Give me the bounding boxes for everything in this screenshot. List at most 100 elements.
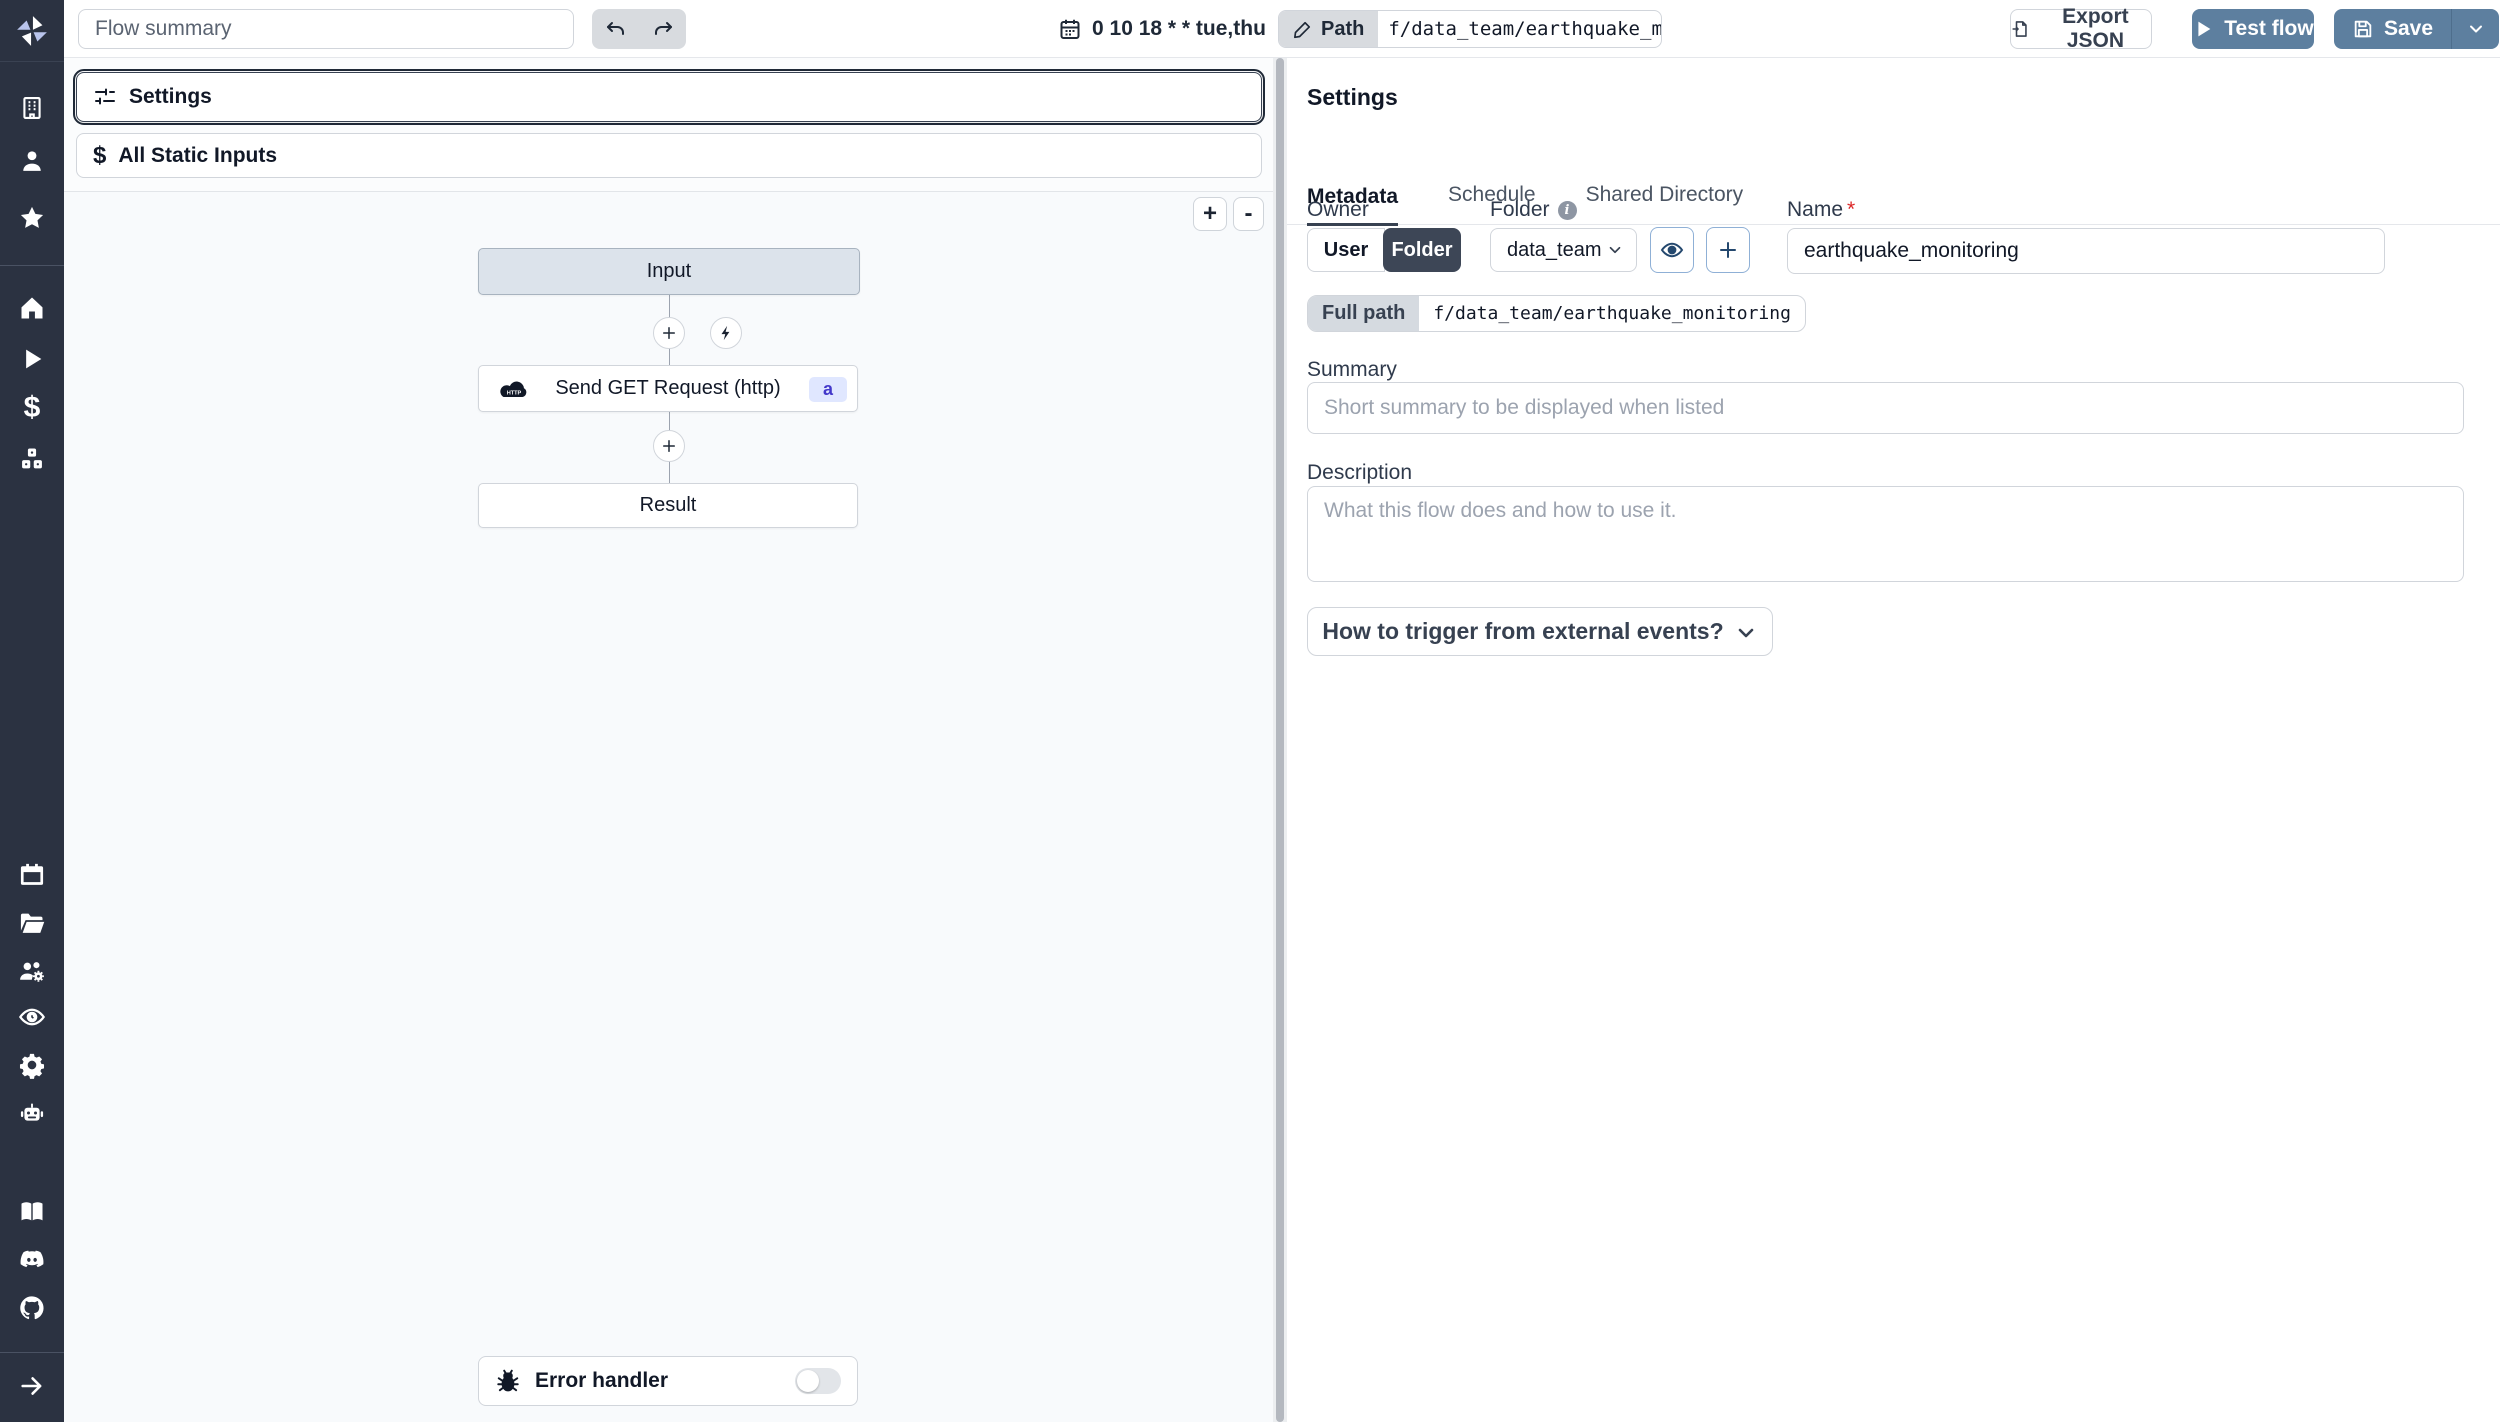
- add-folder-button[interactable]: [1706, 227, 1750, 273]
- flow-static-inputs-row[interactable]: $ All Static Inputs: [76, 133, 1262, 178]
- description-label: Description: [1307, 461, 1413, 484]
- flow-summary-input[interactable]: [78, 9, 574, 49]
- error-handler-node[interactable]: Error handler: [478, 1356, 858, 1406]
- zoom-out-button[interactable]: -: [1233, 197, 1264, 231]
- save-button-group: Save: [2334, 9, 2500, 49]
- building-icon[interactable]: [17, 93, 47, 123]
- error-handler-toggle[interactable]: [795, 1368, 841, 1394]
- owner-folder-option[interactable]: Folder: [1383, 228, 1461, 272]
- toggle-knob: [797, 1370, 819, 1392]
- topbar: 0 10 18 * * tue,thu Path f/data_team/ear…: [64, 0, 2500, 58]
- dollar-icon: $: [93, 141, 107, 169]
- undo-button[interactable]: [595, 12, 637, 46]
- bolt-icon: [721, 325, 730, 341]
- book-icon[interactable]: [17, 1197, 47, 1227]
- bug-icon: [497, 1369, 519, 1392]
- plus-icon: [663, 327, 675, 339]
- pencil-icon: [1294, 21, 1311, 39]
- robot-icon[interactable]: [17, 1098, 47, 1128]
- chevron-down-icon: [1738, 628, 1753, 638]
- save-button[interactable]: Save: [2334, 9, 2451, 49]
- step-id-badge: a: [809, 377, 847, 402]
- calendar-icon: [1060, 19, 1080, 39]
- groups-icon[interactable]: [17, 956, 47, 986]
- chevron-down-icon: [2469, 25, 2482, 33]
- full-path-widget: Full path f/data_team/earthquake_monitor…: [1307, 295, 1806, 332]
- http-cloud-icon: HTTP: [500, 381, 527, 397]
- summary-label: Summary: [1307, 358, 1397, 381]
- test-flow-button[interactable]: Test flow: [2192, 9, 2314, 49]
- undo-redo-group: [592, 9, 686, 49]
- plus-icon: [663, 440, 675, 452]
- flow-settings-row[interactable]: Settings: [73, 69, 1265, 125]
- settings-tabs: Metadata Schedule Shared Directory: [1287, 168, 2500, 226]
- folder-label: Folder i: [1490, 198, 1577, 222]
- expand-arrow-icon[interactable]: [17, 1371, 47, 1401]
- github-icon[interactable]: [17, 1293, 47, 1323]
- sliders-icon: [95, 88, 115, 105]
- windmill-logo[interactable]: [0, 0, 64, 62]
- add-step-button[interactable]: [653, 317, 685, 349]
- node-input[interactable]: Input: [478, 248, 860, 295]
- required-asterisk: *: [1847, 198, 1856, 221]
- cron-text: 0 10 18 * * tue,thu: [1092, 16, 1266, 40]
- path-widget[interactable]: Path f/data_team/earthquake_monit: [1278, 10, 1662, 48]
- owner-label: Owner: [1307, 198, 1369, 221]
- dollar-icon[interactable]: $: [17, 393, 47, 423]
- owner-segmented-control: User Folder: [1307, 228, 1463, 272]
- sidebar-divider: [0, 265, 64, 266]
- home-icon[interactable]: [17, 293, 47, 323]
- summary-input[interactable]: [1307, 382, 2464, 434]
- flow-graph-panel: Settings $ All Static Inputs + - Input H…: [64, 58, 1273, 1422]
- eye-icon: [1660, 242, 1684, 258]
- windmill-logo-icon: [17, 15, 47, 46]
- info-icon[interactable]: i: [1557, 201, 1577, 220]
- owner-user-option[interactable]: User: [1307, 228, 1385, 272]
- chevron-down-icon: [1609, 246, 1621, 254]
- node-result[interactable]: Result: [478, 483, 858, 528]
- path-label: Path: [1279, 11, 1379, 47]
- flow-header-rows: Settings $ All Static Inputs: [64, 58, 1273, 192]
- star-icon[interactable]: [17, 203, 47, 233]
- folder-select[interactable]: data_team: [1490, 228, 1637, 272]
- gear-icon[interactable]: [17, 1050, 47, 1080]
- name-label: Name *: [1787, 198, 1856, 221]
- svg-text:HTTP: HTTP: [507, 390, 522, 396]
- undo-icon: [606, 22, 624, 35]
- plus-icon: [1720, 242, 1736, 258]
- export-icon: [2012, 21, 2027, 37]
- name-input[interactable]: [1787, 228, 2385, 274]
- folder-open-icon[interactable]: [17, 908, 47, 938]
- redo-button[interactable]: [642, 12, 684, 46]
- description-textarea[interactable]: [1307, 486, 2464, 582]
- node-http-step[interactable]: HTTP Send GET Request (http) a: [478, 365, 858, 412]
- windmill-flow-editor: $ Flow summary 0 10 18 * * tue,thu Path …: [0, 0, 2500, 1422]
- save-icon: [2354, 20, 2372, 38]
- audit-eye-icon[interactable]: [17, 1002, 47, 1032]
- resources-icon[interactable]: [17, 444, 47, 474]
- trigger-bolt-button[interactable]: [710, 317, 742, 349]
- divider-thumb[interactable]: [1276, 58, 1284, 1422]
- path-value: f/data_team/earthquake_monit: [1388, 18, 1661, 40]
- save-dropdown-button[interactable]: [2451, 9, 2499, 49]
- zoom-in-button[interactable]: +: [1193, 197, 1227, 231]
- schedule-cron[interactable]: 0 10 18 * * tue,thu: [1058, 0, 1266, 57]
- calendar-icon[interactable]: [17, 860, 47, 890]
- panel-divider[interactable]: [1273, 58, 1287, 1422]
- full-path-label: Full path: [1308, 296, 1420, 331]
- play-icon: [2198, 21, 2211, 37]
- full-path-value: f/data_team/earthquake_monitoring: [1433, 303, 1791, 324]
- tab-shared-directory[interactable]: Shared Directory: [1586, 183, 1744, 224]
- export-json-button[interactable]: Export JSON: [2010, 5, 2152, 52]
- view-folder-button[interactable]: [1650, 227, 1694, 273]
- trigger-help-button[interactable]: How to trigger from external events?: [1307, 607, 1773, 656]
- settings-title: Settings: [1307, 84, 1398, 110]
- app-sidebar: $: [0, 0, 64, 1422]
- discord-icon[interactable]: [17, 1245, 47, 1275]
- add-step-button[interactable]: [653, 430, 685, 462]
- sidebar-divider: [0, 1352, 64, 1353]
- user-icon[interactable]: [17, 146, 47, 176]
- settings-panel: Settings Metadata Schedule Shared Direct…: [1287, 58, 2500, 1422]
- play-icon[interactable]: [17, 344, 47, 374]
- flow-canvas[interactable]: + - Input HTTP Send GET Request (http) a…: [64, 192, 1273, 1422]
